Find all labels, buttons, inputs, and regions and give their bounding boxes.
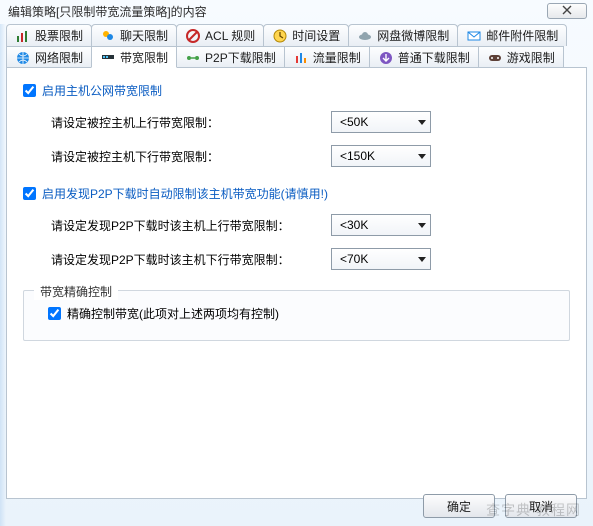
cancel-button[interactable]: 取消 (505, 494, 577, 518)
tab-label: 邮件附件限制 (486, 27, 558, 44)
tab-network-limit[interactable]: 网络限制 (6, 46, 92, 68)
mail-icon (466, 28, 482, 44)
clock-icon (272, 28, 288, 44)
tab-row-2: 网络限制 带宽限制 P2P下载限制 流量限制 普通下载限制 游戏限制 (6, 46, 587, 68)
tab-label: 时间设置 (292, 27, 340, 44)
tab-label: 带宽限制 (120, 49, 168, 66)
chevron-down-icon (418, 120, 426, 125)
dropdown-upload-limit[interactable]: <50K (331, 111, 431, 133)
row-enable-p2p: 启用发现P2P下载时自动限制该主机带宽功能(请慎用!) (23, 185, 570, 202)
label-precise-control: 精确控制带宽(此项对上述两项均有控制) (67, 305, 279, 322)
traffic-icon (293, 50, 309, 66)
button-label: 取消 (529, 498, 553, 515)
stock-icon (15, 28, 31, 44)
label-p2p-upload-limit: 请设定发现P2P下载时该主机上行带宽限制： (51, 217, 331, 234)
tab-strip: 股票限制 聊天限制 ACL 规则 时间设置 网盘微博限制 邮件附件限制 (0, 20, 593, 68)
chevron-down-icon (418, 257, 426, 262)
tab-label: 游戏限制 (507, 49, 555, 66)
group-main-limits: 请设定被控主机上行带宽限制： <50K 请设定被控主机下行带宽限制： <150K (51, 111, 570, 167)
tab-time-settings[interactable]: 时间设置 (263, 24, 349, 46)
checkbox-precise-control[interactable] (48, 307, 61, 320)
label-p2p-download-limit: 请设定发现P2P下载时该主机下行带宽限制： (51, 251, 331, 268)
dropdown-download-limit[interactable]: <150K (331, 145, 431, 167)
tab-download-limit[interactable]: 普通下载限制 (369, 46, 479, 68)
tab-p2p-limit[interactable]: P2P下载限制 (176, 46, 285, 68)
tab-stock-limit[interactable]: 股票限制 (6, 24, 92, 46)
dropdown-value: <30K (340, 218, 368, 232)
tab-mail-attach-limit[interactable]: 邮件附件限制 (457, 24, 567, 46)
game-icon (487, 50, 503, 66)
row-precise-check: 精确控制带宽(此项对上述两项均有控制) (48, 305, 555, 322)
tab-label: 网盘微博限制 (377, 27, 449, 44)
tab-cloud-weibo-limit[interactable]: 网盘微博限制 (348, 24, 458, 46)
legend-precise-control: 带宽精确控制 (34, 283, 118, 300)
tab-label: 股票限制 (35, 27, 83, 44)
window-title: 编辑策略[只限制带宽流量策略]的内容 (8, 3, 207, 20)
dropdown-p2p-download-limit[interactable]: <70K (331, 248, 431, 270)
tab-row-1: 股票限制 聊天限制 ACL 规则 时间设置 网盘微博限制 邮件附件限制 (6, 24, 587, 46)
tab-label: P2P下载限制 (205, 49, 276, 66)
dialog-button-bar: 确定 取消 (423, 494, 577, 518)
group-p2p-limits: 请设定发现P2P下载时该主机上行带宽限制： <30K 请设定发现P2P下载时该主… (51, 214, 570, 270)
close-button[interactable] (547, 3, 587, 19)
tab-acl-rules[interactable]: ACL 规则 (176, 24, 264, 46)
tab-label: 普通下载限制 (398, 49, 470, 66)
chat-icon (100, 28, 116, 44)
tab-chat-limit[interactable]: 聊天限制 (91, 24, 177, 46)
chevron-down-icon (418, 223, 426, 228)
checkbox-enable-main[interactable] (23, 84, 36, 97)
dropdown-value: <150K (340, 149, 375, 163)
label-download-limit: 请设定被控主机下行带宽限制： (51, 148, 331, 165)
tab-label: 流量限制 (313, 49, 361, 66)
p2p-icon (185, 50, 201, 66)
title-bar: 编辑策略[只限制带宽流量策略]的内容 (0, 0, 593, 20)
row-p2p-upload-limit: 请设定发现P2P下载时该主机上行带宽限制： <30K (51, 214, 570, 236)
tab-label: ACL 规则 (205, 27, 255, 44)
cloud-icon (357, 28, 373, 44)
tab-traffic-limit[interactable]: 流量限制 (284, 46, 370, 68)
globe-icon (15, 50, 31, 66)
label-upload-limit: 请设定被控主机上行带宽限制： (51, 114, 331, 131)
row-upload-limit: 请设定被控主机上行带宽限制： <50K (51, 111, 570, 133)
dropdown-value: <50K (340, 115, 368, 129)
close-icon (562, 4, 572, 18)
dropdown-value: <70K (340, 252, 368, 266)
button-label: 确定 (447, 498, 471, 515)
label-enable-main: 启用主机公网带宽限制 (42, 82, 162, 99)
checkbox-enable-p2p[interactable] (23, 187, 36, 200)
fieldset-precise-control: 带宽精确控制 精确控制带宽(此项对上述两项均有控制) (23, 290, 570, 341)
chevron-down-icon (418, 154, 426, 159)
label-enable-p2p: 启用发现P2P下载时自动限制该主机带宽功能(请慎用!) (42, 185, 328, 202)
tab-panel-bandwidth: 启用主机公网带宽限制 请设定被控主机上行带宽限制： <50K 请设定被控主机下行… (6, 67, 587, 499)
row-p2p-download-limit: 请设定发现P2P下载时该主机下行带宽限制： <70K (51, 248, 570, 270)
tab-label: 聊天限制 (120, 27, 168, 44)
ok-button[interactable]: 确定 (423, 494, 495, 518)
tab-game-limit[interactable]: 游戏限制 (478, 46, 564, 68)
acl-icon (185, 28, 201, 44)
row-download-limit: 请设定被控主机下行带宽限制： <150K (51, 145, 570, 167)
tab-bandwidth-limit[interactable]: 带宽限制 (91, 46, 177, 68)
dialog-window: 编辑策略[只限制带宽流量策略]的内容 股票限制 聊天限制 ACL 规则 (0, 0, 593, 526)
download-icon (378, 50, 394, 66)
dropdown-p2p-upload-limit[interactable]: <30K (331, 214, 431, 236)
tab-label: 网络限制 (35, 49, 83, 66)
row-enable-main: 启用主机公网带宽限制 (23, 82, 570, 99)
bandwidth-icon (100, 49, 116, 65)
